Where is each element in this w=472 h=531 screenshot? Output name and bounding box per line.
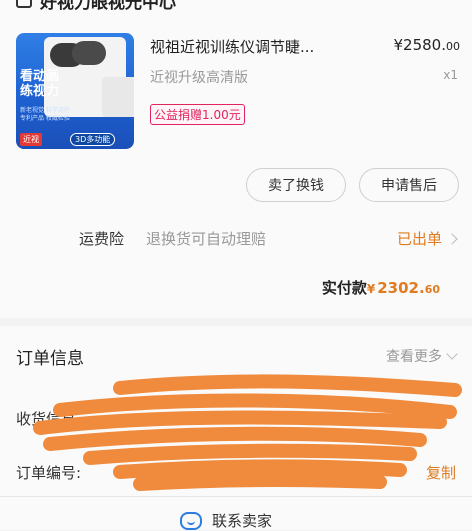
paid-amount: 实付款 ¥ 2302. 60	[321, 279, 440, 297]
copy-order-number-button[interactable]: 复制	[426, 462, 456, 483]
view-more-toggle[interactable]: 查看更多	[386, 346, 458, 366]
order-info-card: 订单信息 查看更多 收货信息 订单编号: 复制 联系卖家	[0, 326, 472, 530]
product-variant: 近视升级高清版	[150, 70, 248, 86]
divider	[0, 496, 472, 497]
sell-button[interactable]: 卖了换钱	[246, 168, 346, 202]
shipping-insurance-desc: 退换货可自动理赔	[146, 230, 267, 248]
order-number-label: 订单编号:	[16, 464, 82, 482]
thumb-badge-red: 近视	[20, 133, 42, 146]
chevron-right-icon	[446, 232, 458, 245]
product-thumbnail[interactable]: 看动画 练视力 新老视觉 科学调控 专利产品 权威检验 近视 3D多功能	[16, 33, 134, 149]
charity-tag: 公益捐赠1.00元	[150, 104, 245, 125]
shop-name: 好视力眼视光中心	[40, 0, 176, 13]
address-label: 收货信息	[16, 410, 77, 428]
thumb-badge-3d: 3D多功能	[70, 133, 116, 146]
thumb-fineprint: 新老视觉 科学调控 专利产品 权威检验	[20, 107, 70, 122]
order-item-card: 好视力眼视光中心 看动画 练视力 新老视觉 科学调控 专利产品 权威检验 近视 …	[0, 0, 472, 318]
order-info-title: 订单信息	[16, 349, 84, 369]
shop-header[interactable]: 好视力眼视光中心	[16, 0, 176, 13]
product-quantity: x1	[443, 68, 458, 82]
product-price: ¥2580.00	[393, 36, 461, 54]
after-sale-button[interactable]: 申请售后	[359, 168, 459, 202]
shipping-insurance-label: 运费险	[79, 230, 125, 248]
thumb-headline: 看动画 练视力	[20, 69, 60, 99]
store-icon	[16, 0, 32, 8]
chevron-down-icon	[446, 348, 458, 360]
contact-seller-button[interactable]: 联系卖家	[180, 510, 272, 531]
shipping-insurance-status[interactable]: 已出单	[397, 228, 458, 249]
chat-icon	[180, 511, 202, 530]
product-title[interactable]: 视祖近视训练仪调节睫...	[150, 36, 370, 57]
